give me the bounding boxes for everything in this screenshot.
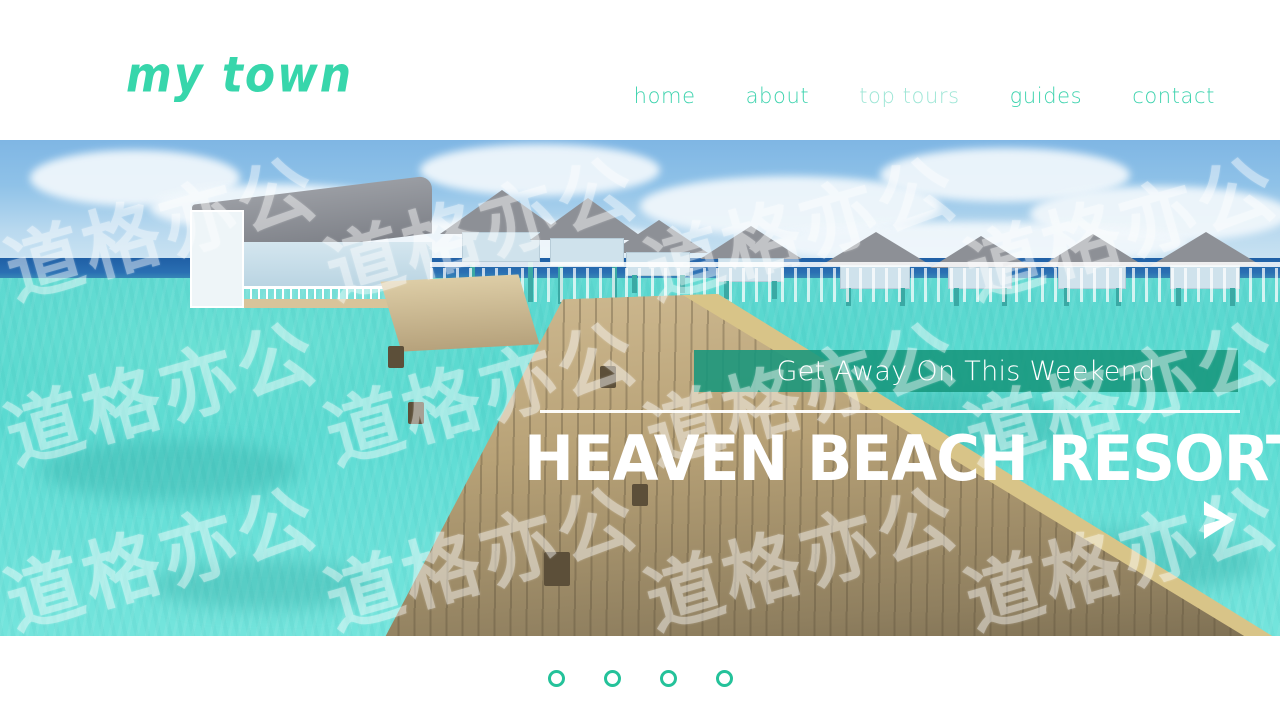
hero-carousel[interactable]: 道格亦公 道格亦公 道格亦公 道格亦公 道格亦公 道格亦公 道格亦公 道格亦公 …: [0, 140, 1280, 636]
hero-tagline-text: Get Away On This Weekend: [776, 355, 1156, 387]
carousel-dot-1[interactable]: [547, 669, 565, 687]
nav-item-contact[interactable]: contact: [1107, 84, 1240, 108]
nav-item-about[interactable]: about: [721, 84, 835, 108]
nav-item-guides[interactable]: guides: [985, 84, 1108, 108]
hero-divider: [540, 410, 1240, 413]
site-header: my town home about top tours guides cont…: [0, 0, 1280, 140]
site-logo[interactable]: my town: [126, 47, 353, 104]
boardwalk-post: [544, 552, 570, 586]
carousel-next-button[interactable]: [1196, 498, 1240, 542]
pier-railing: [430, 262, 1280, 267]
nav-item-home[interactable]: home: [609, 84, 721, 108]
cloud-shape: [420, 144, 660, 196]
boardwalk-post: [388, 346, 404, 368]
carousel-dot-2[interactable]: [603, 669, 621, 687]
carousel-indicators: [0, 636, 1280, 720]
pier-pilings: [430, 268, 1280, 302]
boardwalk-post: [408, 402, 424, 424]
nav-item-top-tours[interactable]: top tours: [834, 84, 984, 108]
hero-tagline-banner: Get Away On This Weekend: [694, 350, 1238, 392]
carousel-dot-3[interactable]: [659, 669, 677, 687]
boardwalk-post: [600, 366, 616, 388]
reef-patch: [150, 560, 380, 610]
chevron-right-icon: [1204, 501, 1234, 539]
villa-tower: [190, 210, 244, 308]
hero-headline: HEAVEN BEACH RESORT: [524, 422, 1280, 495]
boardwalk-distant: [380, 274, 540, 352]
carousel-dot-4[interactable]: [715, 669, 733, 687]
main-navigation: home about top tours guides contact: [609, 84, 1240, 108]
